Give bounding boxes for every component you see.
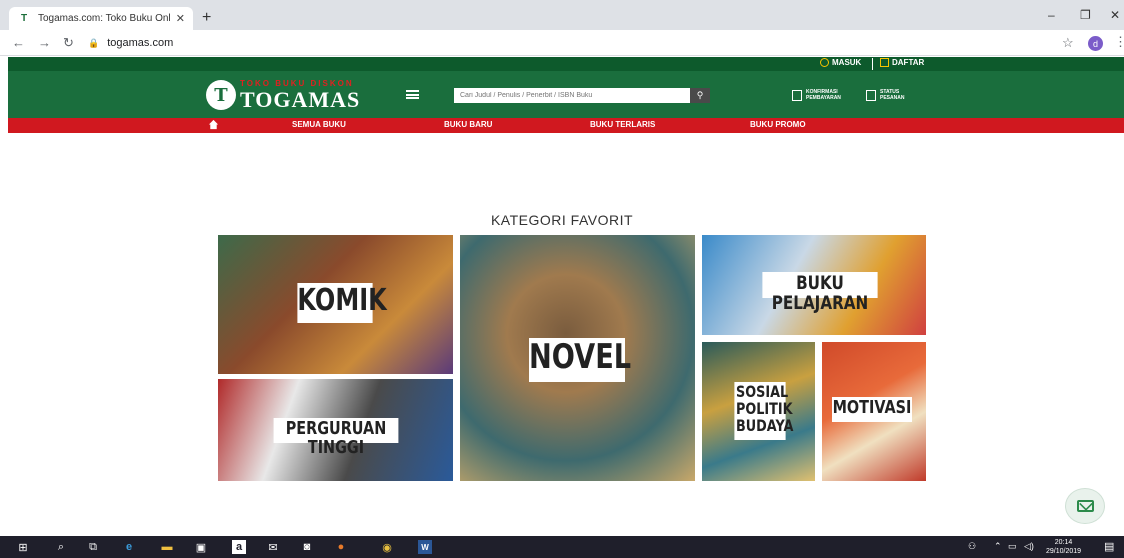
- battery-icon[interactable]: ▭: [1008, 541, 1017, 552]
- file-explorer-icon[interactable]: ▬: [160, 540, 174, 554]
- togamas-favicon-icon: T: [20, 13, 28, 24]
- browser-tab[interactable]: T Togamas.com: Toko Buku Online ✕: [9, 7, 193, 30]
- url-field[interactable]: 🔒 togamas.com: [88, 34, 1088, 52]
- new-tab-button[interactable]: +: [202, 9, 211, 27]
- forward-arrow-icon[interactable]: →: [38, 35, 51, 50]
- section-title: KATEGORI FAVORIT: [490, 212, 634, 228]
- login-icon: [820, 58, 829, 67]
- confirmation-label-line2: PEMBAYARAN: [806, 95, 841, 101]
- main-menu-bar: SEMUA BUKU BUKU BARU BUKU TERLARIS BUKU …: [8, 118, 1124, 133]
- buku-pelajaran-label: BUKU PELAJARAN: [762, 272, 878, 313]
- reload-icon[interactable]: ↻: [63, 35, 74, 51]
- sosial-politik-budaya-label: SOSIAL POLITIK BUDAYA: [734, 382, 793, 440]
- lock-icon: 🔒: [88, 37, 100, 48]
- menu-new-books[interactable]: BUKU BARU: [444, 120, 492, 129]
- tab-title: Togamas.com: Toko Buku Online: [38, 13, 170, 24]
- site-header: T TOKO BUKU DISKON TOGAMAS ⚲ KONFIRMASIP…: [8, 71, 1124, 118]
- payment-confirmation-link[interactable]: KONFIRMASI PEMBAYARAN: [792, 89, 841, 101]
- chevron-up-icon[interactable]: ⌃: [994, 541, 1002, 552]
- chrome-icon[interactable]: ◉: [380, 540, 394, 554]
- motivasi-label: MOTIVASI: [832, 397, 912, 422]
- mail-icon[interactable]: ✉: [266, 540, 280, 554]
- store-icon[interactable]: ▣: [194, 540, 208, 554]
- people-icon[interactable]: ⚇: [968, 541, 976, 552]
- menu-bestsellers[interactable]: BUKU TERLARIS: [590, 120, 655, 129]
- togamas-logo-icon[interactable]: T: [206, 80, 236, 110]
- order-status-label: STATUS PESANAN: [880, 89, 904, 101]
- register-icon: [880, 58, 889, 67]
- browser-tab-bar: T Togamas.com: Toko Buku Online ✕ + – ❐ …: [0, 0, 1124, 30]
- perguruan-tinggi-label: PERGURUAN TINGGI: [273, 418, 399, 457]
- window-close-icon[interactable]: ✕: [1110, 8, 1120, 22]
- edge-icon[interactable]: e: [122, 540, 136, 554]
- login-link[interactable]: MASUK: [820, 58, 861, 67]
- logo-name[interactable]: TOGAMAS: [240, 87, 360, 113]
- word-icon[interactable]: W: [418, 540, 432, 554]
- clock-date: 29/10/2019: [1046, 548, 1082, 555]
- category-novel-tile[interactable]: NOVEL: [460, 235, 695, 481]
- category-komik-tile[interactable]: KOMIK: [218, 235, 453, 374]
- login-label: MASUK: [832, 58, 862, 67]
- amazon-icon[interactable]: a: [232, 540, 246, 554]
- chat-message-button[interactable]: [1065, 488, 1105, 524]
- camera-icon[interactable]: ◙: [300, 540, 314, 554]
- confirmation-icon: [792, 89, 802, 101]
- komik-label: KOMIK: [297, 283, 387, 323]
- firefox-icon[interactable]: ●: [334, 540, 348, 554]
- confirmation-label: KONFIRMASI PEMBAYARAN: [806, 89, 841, 101]
- order-status-link[interactable]: STATUS PESANAN: [866, 89, 904, 101]
- envelope-icon: [1076, 500, 1094, 512]
- menu-promo-books[interactable]: BUKU PROMO: [750, 120, 806, 129]
- minimize-icon[interactable]: –: [1048, 8, 1055, 22]
- browser-menu-icon[interactable]: ⋮: [1114, 34, 1124, 50]
- category-perguruan-tinggi-tile[interactable]: PERGURUAN TINGGI: [218, 379, 453, 481]
- menu-all-books[interactable]: SEMUA BUKU: [292, 120, 346, 129]
- register-label: DAFTAR: [892, 58, 925, 67]
- bookmark-star-icon[interactable]: ☆: [1062, 35, 1074, 51]
- profile-avatar[interactable]: d: [1088, 36, 1103, 51]
- novel-label: NOVEL: [529, 338, 631, 382]
- url-text: togamas.com: [107, 37, 174, 49]
- hamburger-menu-icon[interactable]: [406, 90, 419, 99]
- order-status-label-line2: PESANAN: [880, 95, 905, 101]
- search-input[interactable]: [454, 88, 690, 103]
- category-motivasi-tile[interactable]: MOTIVASI: [822, 342, 926, 481]
- divider: [872, 58, 873, 70]
- category-buku-pelajaran-tile[interactable]: BUKU PELAJARAN: [702, 235, 926, 335]
- volume-icon[interactable]: ◁): [1024, 541, 1034, 552]
- address-bar: ← → ↻ 🔒 togamas.com ☆ d ⋮: [0, 30, 1124, 56]
- system-clock[interactable]: 20:14 29/10/2019: [1046, 538, 1081, 556]
- windows-taskbar: ⊞ ⌕ ⧉ e ▬ ▣ a ✉ ◙ ● ◉ W ⚇ ⌃ ▭ ◁) 20:14 2…: [0, 536, 1124, 558]
- maximize-icon[interactable]: ❐: [1080, 8, 1091, 22]
- task-view-icon[interactable]: ⧉: [86, 540, 100, 554]
- back-arrow-icon[interactable]: ←: [12, 35, 25, 50]
- order-status-icon: [866, 89, 876, 101]
- clock-time: 20:14: [1054, 539, 1073, 546]
- search-icon: ⚲: [696, 90, 704, 100]
- category-sosial-politik-budaya-tile[interactable]: SOSIAL POLITIK BUDAYA: [702, 342, 815, 481]
- home-icon[interactable]: [208, 119, 219, 130]
- account-strip: MASUK DAFTAR: [8, 57, 1124, 71]
- tab-close-icon[interactable]: ✕: [176, 12, 185, 25]
- search-icon[interactable]: ⌕: [54, 540, 68, 554]
- notification-center-icon[interactable]: ▤: [1104, 540, 1114, 553]
- search-button[interactable]: ⚲: [690, 88, 710, 103]
- windows-start-icon[interactable]: ⊞: [16, 540, 30, 554]
- register-link[interactable]: DAFTAR: [880, 58, 924, 67]
